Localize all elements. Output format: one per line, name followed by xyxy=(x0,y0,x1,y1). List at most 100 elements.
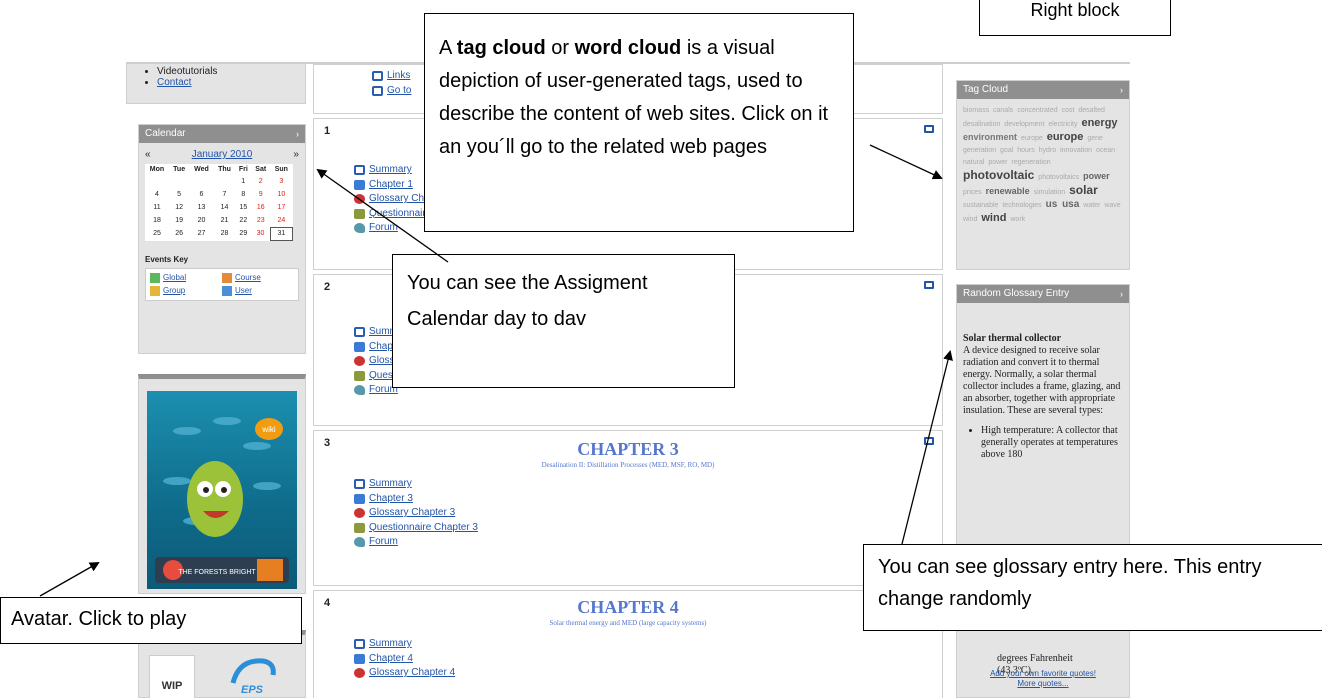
tag-environment[interactable]: environment xyxy=(963,132,1017,142)
tag-group[interactable]: sustainable technologies xyxy=(963,202,1042,209)
calendar-day[interactable]: 7 xyxy=(214,188,236,201)
glossary-bullet: High temperature: A collector that gener… xyxy=(981,425,1123,461)
forum-icon xyxy=(354,537,365,548)
toggle-icon[interactable]: › xyxy=(296,125,299,143)
questionnaire-icon xyxy=(354,522,365,533)
glossary-icon xyxy=(354,508,365,519)
calendar-day[interactable]: 21 xyxy=(214,214,236,227)
link-chapter[interactable]: Chapter 4 xyxy=(354,652,455,667)
top-link-2[interactable]: Go to xyxy=(372,84,411,99)
calendar-day[interactable]: 22 xyxy=(235,214,251,227)
calendar-day[interactable]: 23 xyxy=(251,214,270,227)
tag-renewable[interactable]: renewable xyxy=(986,186,1030,196)
month-link[interactable]: January 2010 xyxy=(192,149,253,160)
glossary-icon xyxy=(354,194,365,205)
calendar-header: Calendar › xyxy=(139,125,305,143)
glossary-header: Random Glossary Entry › xyxy=(957,285,1129,303)
random-glossary-block: Random Glossary Entry › Solar thermal co… xyxy=(956,284,1130,698)
monitor-icon[interactable] xyxy=(924,281,934,289)
events-key-group[interactable]: Group xyxy=(150,285,222,296)
calendar-day[interactable]: 15 xyxy=(235,201,251,214)
calendar-day[interactable]: 25 xyxy=(145,227,169,240)
top-link-1[interactable]: Links xyxy=(372,69,411,84)
glossary-callout: You can see glossary entry here. This en… xyxy=(863,544,1322,631)
events-key-label: Events Key xyxy=(145,254,189,264)
calendar-day[interactable]: 3 xyxy=(270,175,292,188)
link-questionnaire[interactable]: Questionnaire Chapter 3 xyxy=(354,521,478,536)
calendar-day[interactable]: 5 xyxy=(169,188,189,201)
link-forum[interactable]: Forum xyxy=(354,535,478,550)
avatar-illustration: wiki THE FORESTS BRIGHT xyxy=(155,417,289,583)
tag-solar[interactable]: solar xyxy=(1069,183,1098,197)
calendar-day[interactable]: 19 xyxy=(169,214,189,227)
tag-power[interactable]: power xyxy=(1083,171,1110,181)
link-summary[interactable]: Summary xyxy=(354,637,455,652)
eps-logo[interactable]: EPS xyxy=(223,655,281,698)
calendar-block: Calendar › « January 2010 » Mon Tue Wed … xyxy=(138,124,306,354)
tag-work[interactable]: work xyxy=(1010,216,1025,223)
tag-europe-small[interactable]: europe xyxy=(1021,135,1043,142)
events-key-global[interactable]: Global xyxy=(150,272,222,283)
link-glossary[interactable]: Glossary Chapter 4 xyxy=(354,666,455,681)
link-chapter[interactable]: Chapter 3 xyxy=(354,492,478,507)
calendar-day[interactable]: 16 xyxy=(251,201,270,214)
page-icon xyxy=(354,639,365,650)
glossary-footer: Add your own favorite quotes! More quote… xyxy=(957,669,1129,689)
calendar-day[interactable]: 6 xyxy=(189,188,213,201)
tag-europe[interactable]: europe xyxy=(1047,131,1084,143)
forum-icon xyxy=(354,385,365,396)
calendar-day[interactable]: 1 xyxy=(235,175,251,188)
prev-month-button[interactable]: « xyxy=(145,149,151,160)
add-quote-link[interactable]: Add your own favorite quotes! xyxy=(957,669,1129,679)
avatar-game-image[interactable]: wiki THE FORESTS BRIGHT xyxy=(147,391,297,589)
glossary-body: Solar thermal collector A device designe… xyxy=(957,325,1129,469)
calendar-day[interactable]: 24 xyxy=(270,214,292,227)
calendar-day[interactable]: 18 xyxy=(145,214,169,227)
calendar-day[interactable]: 10 xyxy=(270,188,292,201)
calendar-day[interactable]: 8 xyxy=(235,188,251,201)
toggle-icon[interactable]: › xyxy=(1120,285,1123,303)
calendar-day[interactable]: 12 xyxy=(169,201,189,214)
next-month-button[interactable]: » xyxy=(293,149,299,160)
tag-energy[interactable]: energy xyxy=(1081,117,1117,129)
calendar-day[interactable]: 28 xyxy=(214,227,236,240)
calendar-day[interactable]: 17 xyxy=(270,201,292,214)
calendar-days: 1 2 3 4 5 6 7 8 9 10 11 12 13 14 15 16 17 18 19 20 21 22 23 24 2… xyxy=(145,175,294,241)
tag-photovoltaic[interactable]: photovoltaic xyxy=(963,168,1034,182)
weekday-row: Mon Tue Wed Thu Fri Sat Sun xyxy=(145,164,293,175)
tag-photovoltaics[interactable]: photovoltaics xyxy=(1038,174,1079,181)
tag-simulation[interactable]: simulation xyxy=(1034,189,1066,196)
calendar-day[interactable]: 29 xyxy=(235,227,251,240)
calendar-day xyxy=(145,175,169,188)
weekday-fri: Fri xyxy=(238,166,248,173)
link-summary[interactable]: Summary xyxy=(354,477,478,492)
calendar-day[interactable]: 20 xyxy=(189,214,213,227)
tag-wind[interactable]: wind xyxy=(981,212,1006,224)
tag-prices[interactable]: prices xyxy=(963,189,982,196)
calendar-day[interactable]: 31 xyxy=(269,226,294,241)
tag-us-usa[interactable]: us usa xyxy=(1046,199,1080,210)
events-key-course[interactable]: Course xyxy=(222,272,294,283)
calendar-day[interactable]: 26 xyxy=(169,227,189,240)
calendar-day[interactable]: 11 xyxy=(145,201,169,214)
calendar-day[interactable]: 27 xyxy=(189,227,213,240)
events-key-user[interactable]: User xyxy=(222,285,294,296)
wip-logo[interactable]: WIP xyxy=(149,655,195,698)
chapter-subtitle: Desalination II: Distillation Processes … xyxy=(541,461,715,469)
calendar-day[interactable]: 14 xyxy=(214,201,236,214)
toggle-icon[interactable]: › xyxy=(1120,81,1123,99)
group-swatch xyxy=(150,285,160,296)
section-number: 1 xyxy=(324,125,331,137)
calendar-day[interactable]: 4 xyxy=(145,188,169,201)
menu-item-videotutorials[interactable]: Videotutorials xyxy=(157,66,305,77)
calendar-day[interactable]: 2 xyxy=(251,175,270,188)
calendar-week: 25 26 27 28 29 30 31 xyxy=(145,226,294,241)
calendar-day[interactable]: 9 xyxy=(251,188,270,201)
more-quotes-link[interactable]: More quotes... xyxy=(957,679,1129,689)
menu-item-contact[interactable]: Contact xyxy=(157,77,305,88)
monitor-icon[interactable] xyxy=(924,125,934,133)
calendar-day[interactable]: 13 xyxy=(189,201,213,214)
glossary-icon xyxy=(354,668,365,679)
calendar-day[interactable]: 30 xyxy=(251,227,270,240)
link-glossary[interactable]: Glossary Chapter 3 xyxy=(354,506,478,521)
